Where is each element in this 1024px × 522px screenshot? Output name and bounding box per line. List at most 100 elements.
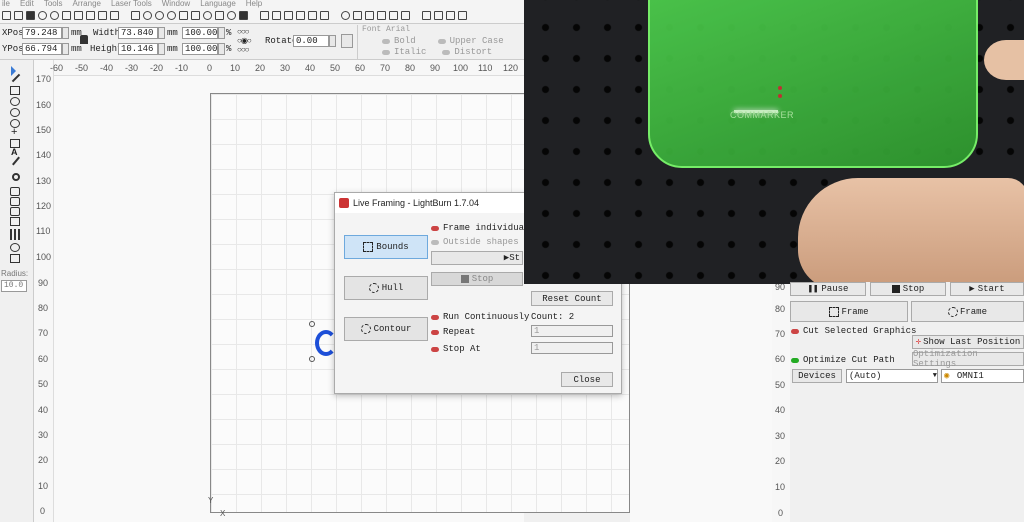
align-bottom-icon[interactable]: [308, 11, 317, 20]
import-icon[interactable]: [62, 11, 71, 20]
frame-icon[interactable]: [191, 11, 200, 20]
ypos-spinner[interactable]: [62, 43, 69, 55]
rounded-corners-icon[interactable]: [10, 254, 20, 263]
zoom-page-icon[interactable]: [179, 11, 188, 20]
frame-rect-button[interactable]: Frame: [790, 301, 908, 322]
frame-round-button[interactable]: Frame: [911, 301, 1024, 322]
settings-icon[interactable]: [38, 11, 47, 20]
pause-button[interactable]: ❚❚ Pause: [790, 282, 866, 296]
menu-help[interactable]: Help: [246, 0, 262, 8]
rotate-icon[interactable]: [434, 11, 443, 20]
open-file-icon[interactable]: [14, 11, 23, 20]
text-tool-icon[interactable]: A: [11, 147, 18, 157]
menu-window[interactable]: Window: [162, 0, 190, 8]
move-icon[interactable]: [131, 11, 140, 20]
offset-tool-icon[interactable]: [10, 207, 20, 216]
save-icon[interactable]: [26, 11, 35, 20]
zoom-in-icon[interactable]: [143, 11, 152, 20]
xpos-spinner[interactable]: [62, 27, 69, 39]
bounds-button[interactable]: Bounds: [344, 235, 428, 259]
flip-h-icon[interactable]: [389, 11, 398, 20]
device-select[interactable]: ◉ OMNI1: [941, 369, 1024, 383]
bold-label[interactable]: Bold: [394, 36, 416, 46]
reset-count-button[interactable]: Reset Count: [531, 291, 613, 306]
group-icon[interactable]: [365, 11, 374, 20]
menu-language[interactable]: Language: [200, 0, 236, 8]
height-spinner[interactable]: [158, 43, 165, 55]
ungroup-icon[interactable]: [377, 11, 386, 20]
web-icon[interactable]: [50, 11, 59, 20]
line-tool-icon[interactable]: +: [11, 126, 17, 138]
menu-tools[interactable]: Tools: [44, 0, 63, 8]
hull-button[interactable]: Hull: [344, 276, 428, 300]
port-select[interactable]: (Auto) ▼: [846, 369, 938, 383]
mirror-icon[interactable]: [422, 11, 431, 20]
scale-x-spinner[interactable]: [218, 27, 225, 39]
menu-edit[interactable]: Edit: [20, 0, 34, 8]
distribute-h-icon[interactable]: [341, 11, 350, 20]
optimization-settings-button[interactable]: Optimization Settings: [912, 349, 1024, 369]
gear-icon[interactable]: [227, 11, 236, 20]
grid-array-icon[interactable]: [446, 11, 455, 20]
optimize-cut-path-checkbox[interactable]: Optimize Cut Path: [791, 355, 895, 365]
ypos-field[interactable]: 66.794: [22, 43, 62, 55]
circular-array-icon[interactable]: [458, 11, 467, 20]
tab-tool-icon[interactable]: [10, 187, 20, 196]
cut-selected-checkbox[interactable]: Cut Selected Graphics: [791, 326, 916, 336]
pencil-icon[interactable]: [12, 156, 20, 166]
stop-at-checkbox[interactable]: Stop At: [431, 344, 481, 354]
polygon-tool-icon[interactable]: [10, 108, 20, 117]
height-field[interactable]: 10.146: [118, 43, 158, 55]
circular-array-tool-icon[interactable]: [10, 243, 20, 252]
trace-icon[interactable]: [215, 11, 224, 20]
radius-field[interactable]: 10.0: [1, 280, 27, 292]
width-field[interactable]: 73.840: [118, 27, 158, 39]
distort-label[interactable]: Distort: [454, 47, 492, 57]
camera-icon[interactable]: [203, 11, 212, 20]
align-left-icon[interactable]: [260, 11, 269, 20]
stop-at-field[interactable]: 1: [531, 342, 613, 354]
grid-array-tool-icon[interactable]: [10, 229, 21, 240]
paste-icon[interactable]: [110, 11, 119, 20]
show-last-position-button[interactable]: ✛ Show Last Position: [912, 335, 1024, 349]
scale-y-field[interactable]: 100.000: [182, 43, 223, 55]
start-button[interactable]: ▶ St: [431, 251, 523, 265]
align-center-icon[interactable]: [284, 11, 293, 20]
weld-tool-icon[interactable]: [10, 217, 20, 226]
rectangle-tool-icon[interactable]: [10, 86, 20, 95]
zoom-fit-icon[interactable]: [167, 11, 176, 20]
rotate-handle-icon[interactable]: [309, 321, 315, 327]
new-file-icon[interactable]: [2, 11, 11, 20]
lock-icon[interactable]: [80, 35, 88, 44]
rotate-handle-icon[interactable]: [309, 356, 315, 362]
repeat-field[interactable]: 1: [531, 325, 613, 337]
select-tool-icon[interactable]: [11, 66, 16, 76]
rotate-apply-icon[interactable]: [341, 34, 353, 48]
stop-button[interactable]: Stop: [431, 272, 523, 286]
anchor-grid-icon[interactable]: ○○○ ○◉○ ○○○: [237, 27, 252, 54]
width-spinner[interactable]: [158, 27, 165, 39]
align-middle-icon[interactable]: [320, 11, 329, 20]
rotate-spinner[interactable]: [329, 35, 336, 47]
cut-icon[interactable]: [86, 11, 95, 20]
distribute-v-icon[interactable]: [353, 11, 362, 20]
scale-x-field[interactable]: 100.000: [182, 27, 223, 39]
laser-start-button[interactable]: ▶ Start: [950, 282, 1024, 296]
devices-button[interactable]: Devices: [792, 369, 842, 383]
measure-tool-icon[interactable]: [10, 197, 20, 206]
upper-case-label[interactable]: Upper Case: [450, 36, 504, 46]
align-right-icon[interactable]: [272, 11, 281, 20]
flip-v-icon[interactable]: [401, 11, 410, 20]
position-laser-icon[interactable]: [12, 173, 20, 181]
menu-laser-tools[interactable]: Laser Tools: [111, 0, 152, 8]
rotate-field[interactable]: 0.00: [293, 35, 329, 47]
scale-y-spinner[interactable]: [218, 43, 225, 55]
align-top-icon[interactable]: [296, 11, 305, 20]
contour-button[interactable]: Contour: [344, 317, 428, 341]
copy-icon[interactable]: [98, 11, 107, 20]
menu-arrange[interactable]: Arrange: [73, 0, 101, 8]
run-continuously-checkbox[interactable]: Run Continuously: [431, 312, 529, 322]
close-button[interactable]: Close: [561, 372, 613, 387]
xpos-field[interactable]: 79.248: [22, 27, 62, 39]
wrench-icon[interactable]: [239, 11, 248, 20]
